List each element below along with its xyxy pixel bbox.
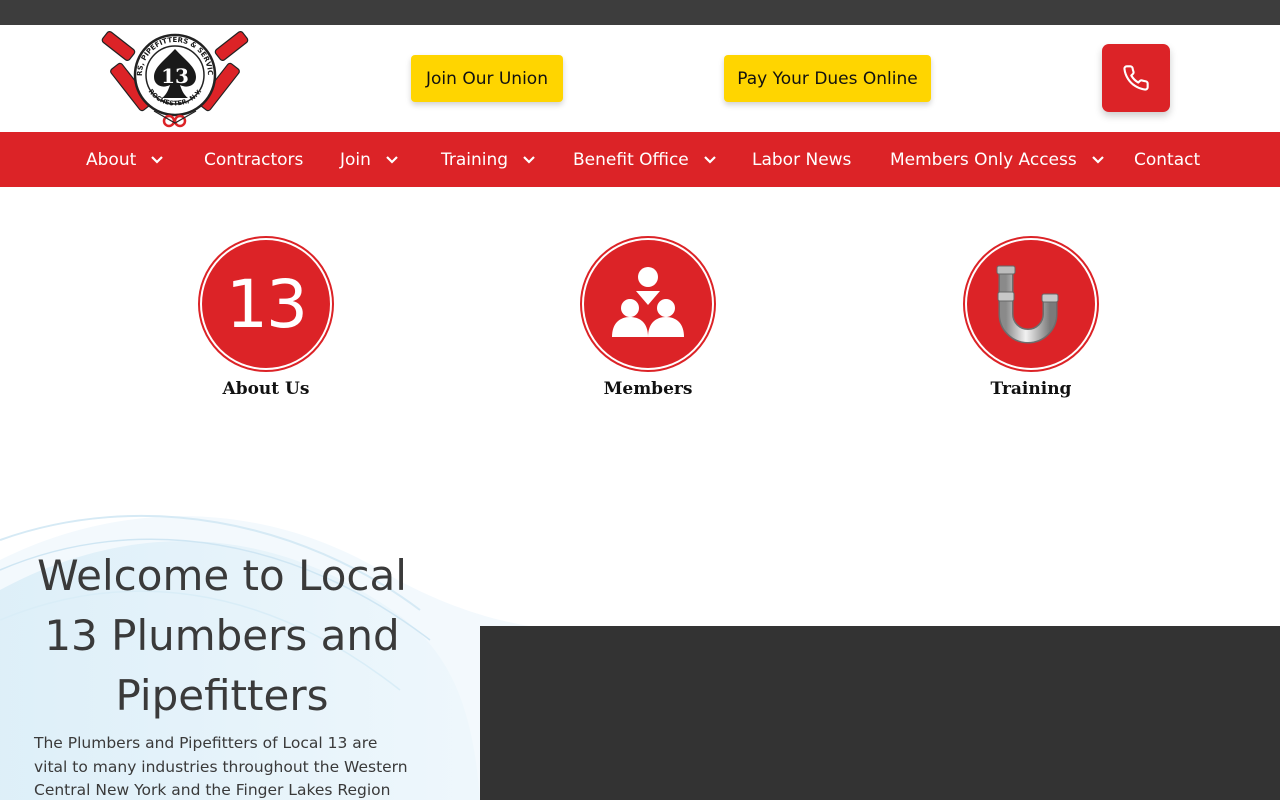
svg-text:13: 13 (161, 64, 189, 88)
pay-dues-button[interactable]: Pay Your Dues Online (724, 55, 931, 102)
nav-labor-news[interactable]: Labor News (752, 132, 851, 187)
about-us-circle: 13 (198, 236, 334, 372)
feature-about-us[interactable]: 13 About Us (198, 236, 334, 399)
nav-join[interactable]: Join (340, 132, 399, 187)
nav-about-label: About (86, 149, 137, 170)
feature-training[interactable]: Training (963, 236, 1099, 399)
chevron-down-icon (385, 155, 399, 165)
training-label: Training (990, 379, 1072, 399)
nav-training[interactable]: Training (441, 132, 536, 187)
chevron-down-icon (522, 155, 536, 165)
nav-labor-news-label: Labor News (752, 149, 852, 170)
nav-contractors-label: Contractors (204, 149, 304, 170)
nav-contact-label: Contact (1134, 149, 1201, 170)
nav-members-only-label: Members Only Access (890, 149, 1077, 170)
join-our-union-label: Join Our Union (426, 68, 548, 89)
welcome-title: Welcome to Local 13 Plumbers and Pipefit… (37, 551, 407, 720)
members-label: Members (603, 379, 693, 399)
welcome-text: The Plumbers and Pipefitters of Local 13… (34, 734, 408, 799)
top-bar (0, 0, 1280, 25)
nav-training-label: Training (441, 149, 509, 170)
chevron-down-icon (150, 155, 164, 165)
nav-benefit-office-label: Benefit Office (573, 149, 689, 170)
main-nav: About Contractors Join Training Benefit … (0, 132, 1280, 187)
members-circle (580, 236, 716, 372)
chevron-down-icon (1091, 155, 1105, 165)
phone-button[interactable] (1102, 44, 1170, 112)
local-13-logo[interactable]: 13 PLUMBERS, PIPEFITTERS & SERVICE TECHS… (95, 19, 252, 132)
nav-join-label: Join (340, 149, 371, 170)
nav-contact[interactable]: Contact (1134, 132, 1200, 187)
feature-members[interactable]: Members (580, 236, 716, 399)
nav-about[interactable]: About (86, 132, 164, 187)
about-us-label: About Us (222, 379, 310, 399)
number-13-icon: 13 (226, 265, 308, 343)
nav-benefit-office[interactable]: Benefit Office (573, 132, 717, 187)
pipe-icon (996, 265, 1059, 344)
nav-contractors[interactable]: Contractors (204, 132, 303, 187)
pay-dues-label: Pay Your Dues Online (737, 68, 918, 89)
phone-icon (1123, 65, 1149, 91)
people-group-icon (612, 267, 684, 337)
join-our-union-button[interactable]: Join Our Union (411, 55, 563, 102)
site-header: 13 PLUMBERS, PIPEFITTERS & SERVICE TECHS… (0, 19, 1280, 132)
video-embed[interactable] (480, 626, 1280, 800)
nav-members-only[interactable]: Members Only Access (890, 132, 1105, 187)
chevron-down-icon (703, 155, 717, 165)
training-circle (963, 236, 1099, 372)
